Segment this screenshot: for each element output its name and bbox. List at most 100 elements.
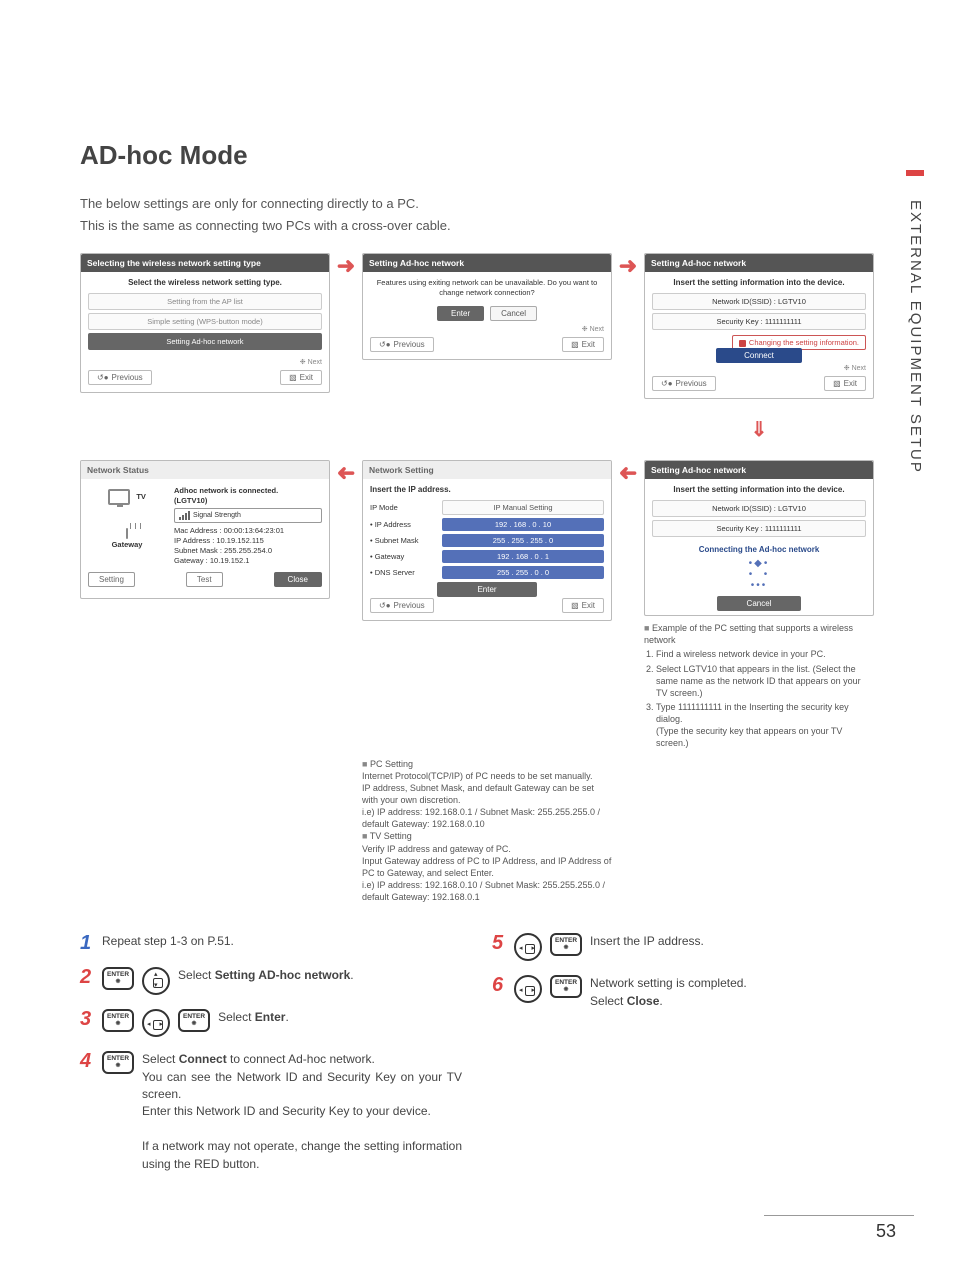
side-accent	[906, 170, 924, 176]
panel-select-subtitle: Select the wireless network setting type…	[88, 278, 322, 287]
ipmode-value[interactable]: IP Manual Setting	[442, 500, 604, 515]
arrow-right-icon: ➜	[330, 253, 362, 279]
signal-bars-icon	[179, 511, 190, 520]
page-footer-line	[764, 1215, 914, 1216]
previous-button[interactable]: ↺●Previous	[88, 370, 152, 385]
step-2-text: Select Setting AD-hoc network.	[178, 967, 354, 984]
signal-strength-button[interactable]: Signal Strength	[174, 508, 322, 523]
connected-text: Adhoc network is connected.	[174, 486, 322, 495]
enter-remote-button[interactable]: ENTER	[102, 1051, 134, 1074]
next-hint: Next	[652, 364, 866, 372]
close-button[interactable]: Close	[274, 572, 322, 587]
ssid-row: Network ID(SSID) : LGTV10	[652, 293, 866, 310]
panel-info2-subtitle: Insert the setting information into the …	[652, 485, 866, 494]
subnet-info: Subnet Mask : 255.255.254.0	[174, 546, 322, 555]
panel-network-setting: Network Setting Insert the IP address. I…	[362, 460, 612, 621]
subnet-label: • Subnet Mask	[370, 536, 436, 545]
next-hint: Next	[88, 358, 322, 366]
panel-status-title: Network Status	[81, 461, 329, 479]
step-3-text: Select Enter.	[218, 1009, 289, 1026]
gateway-info: Gateway : 10.19.152.1	[174, 556, 322, 565]
connecting-text: Connecting the Ad-hoc network	[652, 545, 866, 554]
gateway-value[interactable]: 192 . 168 . 0 . 1	[442, 550, 604, 563]
gateway-label: • Gateway	[370, 552, 436, 561]
gateway-icon	[126, 528, 128, 539]
step-6-number: 6	[492, 975, 506, 995]
panel-confirm-text: Features using exiting network can be un…	[370, 278, 604, 298]
test-button[interactable]: Test	[186, 572, 223, 587]
option-wps[interactable]: Simple setting (WPS-button mode)	[88, 313, 322, 330]
side-title: EXTERNAL EQUIPMENT SETUP	[907, 200, 924, 474]
panel-select-type: Selecting the wireless network setting t…	[80, 253, 330, 393]
page-title: AD-hoc Mode	[80, 140, 874, 171]
panel-netset-subtitle: Insert the IP address.	[370, 485, 604, 494]
previous-button[interactable]: ↺●Previous	[370, 337, 434, 352]
ssid-row: Network ID(SSID) : LGTV10	[652, 500, 866, 517]
example-notes: ■ Example of the PC setting that support…	[644, 622, 874, 749]
arrow-right-icon: ➜	[612, 253, 644, 279]
exit-button[interactable]: ▧Exit	[280, 370, 322, 385]
mac-info: Mac Address : 00:00:13:64:23:01	[174, 526, 322, 535]
step-4-text: Select Connect to connect Ad-hoc network…	[142, 1051, 462, 1173]
gateway-label: Gateway	[112, 540, 143, 549]
panel-select-title: Selecting the wireless network setting t…	[81, 254, 329, 272]
tv-icon	[108, 489, 130, 505]
panel-confirm: Setting Ad-hoc network Features using ex…	[362, 253, 612, 360]
dpad-updown-icon[interactable]	[142, 967, 170, 995]
key-row: Security Key : 1111111111	[652, 313, 866, 330]
step-6-text: Network setting is completed. Select Clo…	[590, 975, 747, 1010]
setting-button[interactable]: Setting	[88, 572, 135, 587]
enter-button[interactable]: Enter	[437, 582, 536, 597]
step-3-number: 3	[80, 1009, 94, 1029]
key-row: Security Key : 1111111111	[652, 520, 866, 537]
cancel-button[interactable]: Cancel	[490, 306, 537, 321]
connect-button[interactable]: Connect	[716, 348, 802, 363]
dns-value[interactable]: 255 . 255 . 0 . 0	[442, 566, 604, 579]
enter-remote-button[interactable]: ENTER	[102, 967, 134, 990]
dpad-leftright-icon[interactable]	[142, 1009, 170, 1037]
panel-network-status: Network Status TV Gateway Adhoc network …	[80, 460, 330, 599]
step-2-number: 2	[80, 967, 94, 987]
enter-remote-button[interactable]: ENTER	[550, 933, 582, 956]
exit-button[interactable]: ▧Exit	[562, 598, 604, 613]
ip-info: IP Address : 10.19.152.115	[174, 536, 322, 545]
option-ap-list[interactable]: Setting from the AP list	[88, 293, 322, 310]
arrow-down-icon: ⇓	[644, 413, 874, 446]
previous-button[interactable]: ↺●Previous	[652, 376, 716, 391]
exit-button[interactable]: ▧Exit	[562, 337, 604, 352]
step-1-text: Repeat step 1-3 on P.51.	[102, 933, 234, 950]
dpad-leftright-icon[interactable]	[514, 975, 542, 1003]
panel-netset-title: Network Setting	[363, 461, 611, 479]
step-5-text: Insert the IP address.	[590, 933, 704, 950]
previous-button[interactable]: ↺●Previous	[370, 598, 434, 613]
enter-remote-button[interactable]: ENTER	[178, 1009, 210, 1032]
option-adhoc[interactable]: Setting Ad-hoc network	[88, 333, 322, 350]
tv-label: TV	[136, 492, 146, 501]
panel-info-title: Setting Ad-hoc network	[645, 254, 873, 272]
connecting-dots-icon: •◆•• ••••	[652, 558, 866, 591]
dns-label: • DNS Server	[370, 568, 436, 577]
cancel-button[interactable]: Cancel	[717, 596, 802, 611]
ipmode-label: IP Mode	[370, 503, 436, 512]
next-hint: Next	[370, 325, 604, 333]
panel-adhoc-info: Setting Ad-hoc network Insert the settin…	[644, 253, 874, 399]
exit-button[interactable]: ▧Exit	[824, 376, 866, 391]
panel-adhoc-connecting: Setting Ad-hoc network Insert the settin…	[644, 460, 874, 616]
enter-remote-button[interactable]: ENTER	[550, 975, 582, 998]
panel-info-subtitle: Insert the setting information into the …	[652, 278, 866, 287]
step-1-number: 1	[80, 933, 94, 953]
panel-info2-title: Setting Ad-hoc network	[645, 461, 873, 479]
pc-setting-notes: ■ PC Setting Internet Protocol(TCP/IP) o…	[362, 758, 612, 904]
enter-remote-button[interactable]: ENTER	[102, 1009, 134, 1032]
subnet-value[interactable]: 255 . 255 . 255 . 0	[442, 534, 604, 547]
ipaddr-label: • IP Address	[370, 520, 436, 529]
page-number: 53	[876, 1221, 896, 1242]
step-4-number: 4	[80, 1051, 94, 1071]
intro-text: The below settings are only for connecti…	[80, 193, 874, 237]
panel-confirm-title: Setting Ad-hoc network	[363, 254, 611, 272]
arrow-left-icon: ➜	[330, 460, 362, 486]
dpad-leftright-icon[interactable]	[514, 933, 542, 961]
enter-button[interactable]: Enter	[437, 306, 484, 321]
arrow-left-icon: ➜	[612, 460, 644, 486]
ipaddr-value[interactable]: 192 . 168 . 0 . 10	[442, 518, 604, 531]
